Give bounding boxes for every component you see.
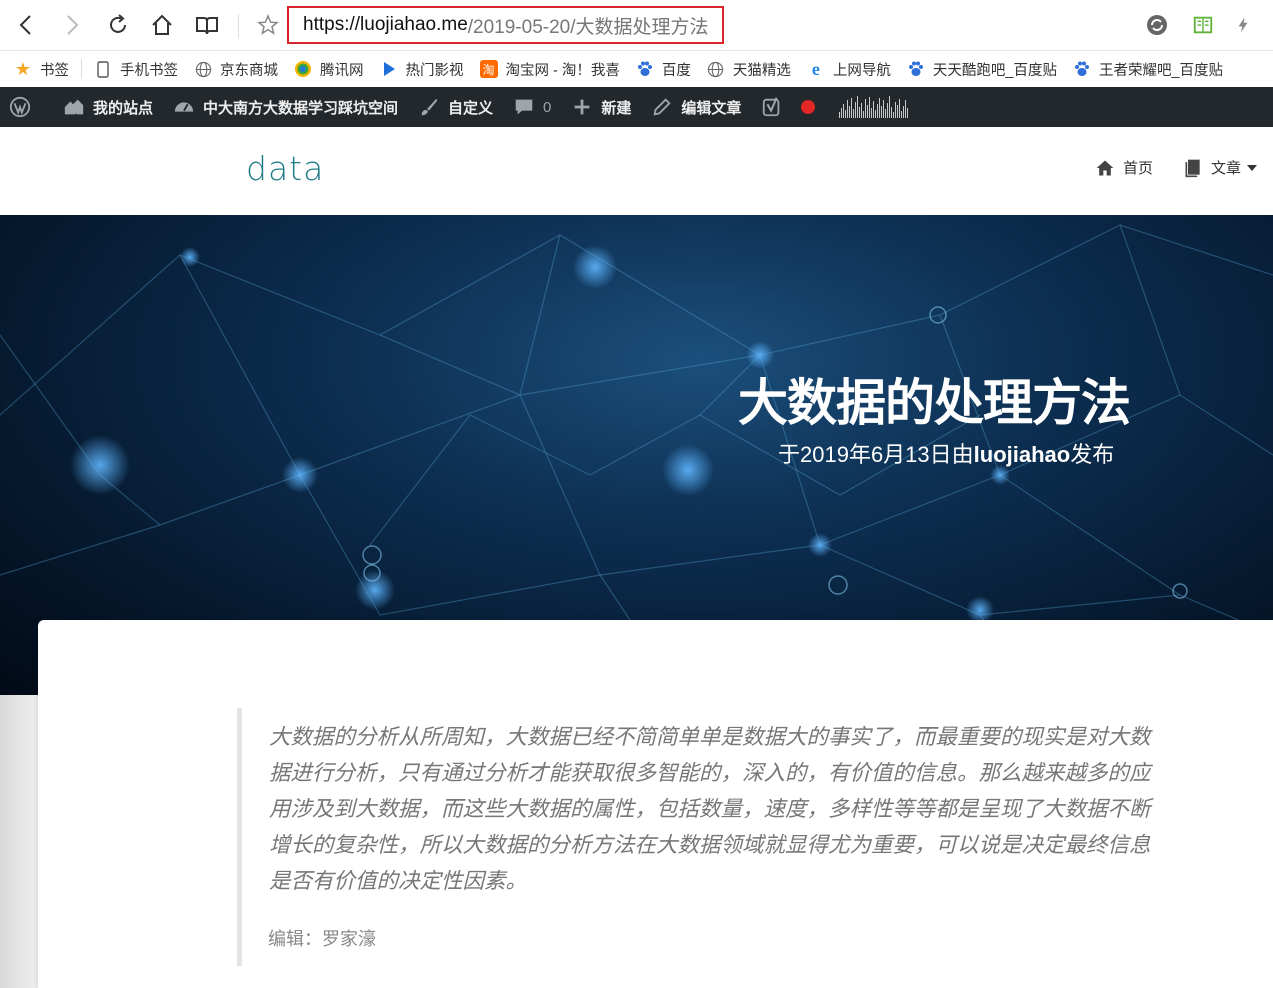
book-icon xyxy=(196,17,218,35)
bookmark-item[interactable]: 手机书签 xyxy=(94,59,178,80)
address-bar[interactable]: https://luojiahao.me/2019-05-20/大数据处理方法 xyxy=(287,6,724,44)
post-date: 于2019年6月13日由 xyxy=(778,442,974,467)
home-icon xyxy=(152,14,172,35)
green-book-icon xyxy=(1193,16,1213,34)
editor-credit: 编辑：罗家濠 xyxy=(268,929,376,950)
reading-list-button[interactable] xyxy=(1190,12,1216,38)
post-meta-suffix: 发布 xyxy=(1070,442,1115,467)
tencent-icon xyxy=(294,60,312,78)
url-host: https://luojiahao.me xyxy=(303,14,468,35)
bookmark-item[interactable]: 腾讯网 xyxy=(294,59,364,80)
bookmark-item[interactable]: 京东商城 xyxy=(194,59,278,80)
post-author-link[interactable]: luojiahao xyxy=(974,442,1071,467)
wordpress-icon xyxy=(9,96,31,118)
post-meta: 于2019年6月13日由luojiahao发布 xyxy=(778,437,1114,469)
site-name-menu[interactable]: 中大南方大数据学习踩坑空间 xyxy=(163,87,408,127)
wp-logo-button[interactable] xyxy=(0,87,41,127)
globe-icon xyxy=(194,60,212,78)
reload-button[interactable] xyxy=(103,10,133,40)
back-button[interactable] xyxy=(12,10,42,40)
pencil-icon xyxy=(651,96,673,118)
document-icon xyxy=(1185,159,1200,177)
bookmark-item[interactable]: 热门影视 xyxy=(380,59,464,80)
baidu-paw-icon xyxy=(907,60,925,78)
my-sites-menu[interactable]: 我的站点 xyxy=(53,87,163,127)
main-nav: 首页 文章 xyxy=(1065,157,1257,178)
baidu-paw-icon xyxy=(636,60,654,78)
bookmark-divider xyxy=(81,59,82,79)
quote-text: 大数据的分析从所周知，大数据已经不简简单单是数据大的事实了，而最重要的现实是对大… xyxy=(269,725,1151,894)
sync-button[interactable] xyxy=(1144,12,1170,38)
post-title: 大数据的处理方法 xyxy=(738,374,1131,432)
dashboard-icon xyxy=(173,96,195,118)
phone-icon xyxy=(94,60,112,78)
ie-icon: e xyxy=(811,58,820,79)
taobao-icon: 淘 xyxy=(479,60,498,78)
sync-icon xyxy=(1147,15,1167,35)
plus-icon xyxy=(571,96,593,118)
bookmark-item[interactable]: 百度 xyxy=(636,59,691,80)
site-header: data 首页 文章 xyxy=(0,127,1273,215)
nav-posts[interactable]: 文章 xyxy=(1183,157,1257,178)
record-dot-icon xyxy=(801,100,816,114)
reader-button[interactable] xyxy=(192,10,222,40)
star-outline-icon xyxy=(257,14,279,35)
comment-icon xyxy=(513,96,535,118)
star-icon: ★ xyxy=(14,58,32,79)
url-path: /2019-05-20/大数据处理方法 xyxy=(467,16,709,38)
back-arrow-icon xyxy=(19,15,31,35)
toolbar-divider xyxy=(238,14,239,38)
bookmark-item[interactable]: 天猫精选 xyxy=(707,59,791,80)
home-button[interactable] xyxy=(147,10,177,40)
audio-waveform xyxy=(829,87,918,127)
browser-toolbar: https://luojiahao.me/2019-05-20/大数据处理方法 xyxy=(0,0,1273,51)
globe-icon xyxy=(707,60,725,78)
customize-button[interactable]: 自定义 xyxy=(408,87,503,127)
forward-button[interactable] xyxy=(56,10,86,40)
edit-post-button[interactable]: 编辑文章 xyxy=(641,87,751,127)
favorite-button[interactable] xyxy=(253,10,283,40)
site-logo[interactable]: data xyxy=(246,149,324,188)
yoast-seo-button[interactable] xyxy=(751,87,793,127)
sites-icon xyxy=(63,96,85,118)
bookmarks-bar: ★ 书签 手机书签 京东商城 腾讯网 热门影视 淘淘宝网 - 淘！我喜 百度 天猫… xyxy=(0,51,1273,87)
bookmark-item[interactable]: 天天酷跑吧_百度贴 xyxy=(907,59,1057,80)
reload-icon xyxy=(110,14,126,33)
chevron-down-icon xyxy=(1247,164,1257,171)
brush-icon xyxy=(418,96,440,118)
home-icon xyxy=(1096,160,1114,175)
record-indicator[interactable] xyxy=(793,87,829,127)
bookmark-item[interactable]: 淘淘宝网 - 淘！我喜 xyxy=(479,59,620,80)
bookmark-item[interactable]: ★ 书签 xyxy=(14,59,69,80)
nav-home[interactable]: 首页 xyxy=(1095,157,1153,178)
bookmark-item[interactable]: e 上网导航 xyxy=(807,59,891,80)
bookmark-item[interactable]: 王者荣耀吧_百度贴 xyxy=(1073,59,1223,80)
baidu-paw-icon xyxy=(1073,60,1091,78)
new-content-menu[interactable]: 新建 xyxy=(561,87,641,127)
lightning-icon xyxy=(1238,17,1248,33)
speedup-button[interactable] xyxy=(1230,12,1256,38)
forward-arrow-icon xyxy=(67,15,79,35)
wp-admin-bar: 我的站点 中大南方大数据学习踩坑空间 自定义 0 新建 编辑文章 xyxy=(0,87,1273,127)
comments-button[interactable]: 0 xyxy=(503,87,561,127)
yoast-icon xyxy=(761,96,783,118)
waveform-icon xyxy=(839,96,909,118)
play-icon xyxy=(380,60,398,78)
